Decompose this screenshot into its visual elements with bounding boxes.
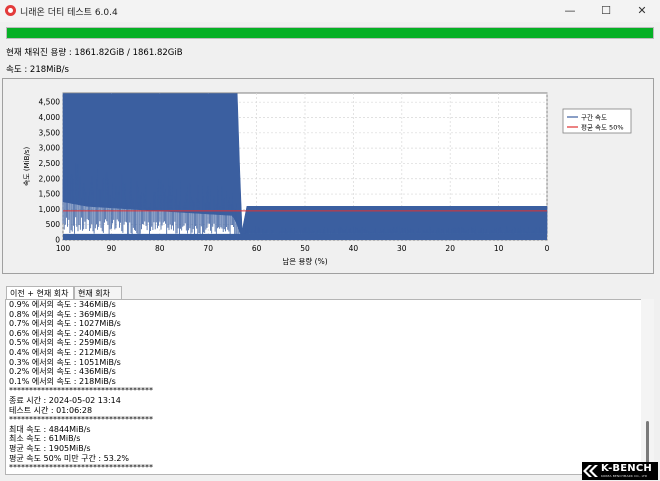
x-axis-label: 남은 용량 (%) [282, 257, 327, 266]
fill-progress-bar [6, 27, 654, 39]
log-line: 0.9% 에서의 속도 : 346MiB/s [9, 300, 116, 309]
legend-label: 구간 속도 [581, 113, 607, 122]
log-line: 0.6% 에서의 속도 : 240MiB/s [9, 328, 116, 338]
y-tick-label: 2,500 [39, 159, 61, 168]
maximize-button[interactable]: ☐ [588, 0, 624, 22]
y-axis-label: 속도 (MiB/s) [23, 147, 31, 187]
y-tick-label: 4,500 [39, 98, 61, 107]
y-tick-label: 3,500 [39, 128, 61, 137]
log-line: ************************************ [9, 415, 153, 425]
title-bar: 니래온 더티 테스트 6.0.4 — ☐ ✕ [0, 0, 660, 22]
log-line: 최소 속도 : 61MiB/s [9, 434, 81, 444]
x-tick-label: 20 [445, 244, 455, 253]
log-line: 0.8% 에서의 속도 : 369MiB/s [9, 309, 116, 319]
tab-current-round[interactable]: 현재 회차 [74, 286, 122, 300]
log-line: 0.5% 에서의 속도 : 259MiB/s [9, 338, 116, 348]
y-tick-label: 1,000 [39, 205, 61, 214]
speed-text: 속도 : 218MiB/s [6, 65, 69, 75]
log-line: 0.3% 에서의 속도 : 1051MiB/s [9, 357, 121, 367]
log-line: 최대 속도 : 4844MiB/s [9, 424, 91, 434]
progress-fill [7, 28, 653, 38]
log-line: 0.2% 에서의 속도 : 436MiB/s [9, 367, 116, 377]
app-icon [5, 5, 16, 16]
y-tick-label: 2,000 [39, 174, 61, 183]
x-tick-label: 70 [203, 244, 213, 253]
kbench-watermark: K-BENCH KOREA BENCHMARK CO., LTD [582, 462, 658, 480]
x-tick-label: 30 [397, 244, 407, 253]
y-tick-label: 3,000 [39, 144, 61, 153]
log-line: 종료 시간 : 2024-05-02 13:14 [9, 395, 121, 405]
x-tick-label: 10 [494, 244, 504, 253]
log-line: 0.1% 에서의 속도 : 218MiB/s [9, 376, 116, 386]
log-line: 평균 속도 : 1905MiB/s [9, 443, 91, 453]
log-scrollbar[interactable] [641, 299, 654, 475]
minimize-button[interactable]: — [552, 0, 588, 22]
x-tick-label: 40 [349, 244, 359, 253]
log-textbox[interactable]: 0.9% 에서의 속도 : 346MiB/s 0.8% 에서의 속도 : 369M… [5, 299, 642, 475]
x-tick-label: 90 [107, 244, 117, 253]
x-tick-label: 100 [56, 244, 71, 253]
speed-chart: 100 90 80 70 60 50 40 30 20 10 005001,0001,5002,00… [23, 92, 632, 266]
y-tick-label: 500 [46, 220, 61, 229]
log-line: 평균 속도 50% 미만 구간 : 53.2% [9, 453, 130, 463]
y-tick-label: 1,500 [39, 190, 61, 199]
y-tick-label: 4,000 [39, 113, 61, 122]
y-tick-label: 0 [55, 236, 60, 245]
speed-chart-panel: 100 90 80 70 60 50 40 30 20 10 0 0 500 1,000 1,500 2,00… [2, 78, 654, 274]
x-tick-label: 0 [545, 244, 550, 253]
capacity-text: 현재 채워진 용량 : 1861.82GiB / 1861.82GiB [6, 48, 183, 58]
x-tick-label: 50 [300, 244, 310, 253]
log-line: 테스트 시간 : 01:06:28 [9, 405, 93, 415]
log-line: 0.7% 에서의 속도 : 1027MiB/s [9, 319, 121, 329]
watermark-text: K-BENCH [601, 463, 652, 474]
log-line: ************************************ [9, 463, 153, 473]
window-title: 니래온 더티 테스트 6.0.4 [20, 8, 118, 18]
legend-label: 평균 속도 50% [581, 123, 624, 132]
log-line: 0.4% 에서의 속도 : 212MiB/s [9, 347, 116, 357]
x-tick-label: 60 [252, 244, 262, 253]
x-tick-label: 80 [155, 244, 165, 253]
series-speed-base [63, 233, 547, 240]
log-line: ************************************ [9, 386, 153, 396]
kbench-logo-icon [583, 465, 598, 477]
close-button[interactable]: ✕ [624, 0, 660, 22]
watermark-subtext: KOREA BENCHMARK CO., LTD [601, 474, 648, 478]
